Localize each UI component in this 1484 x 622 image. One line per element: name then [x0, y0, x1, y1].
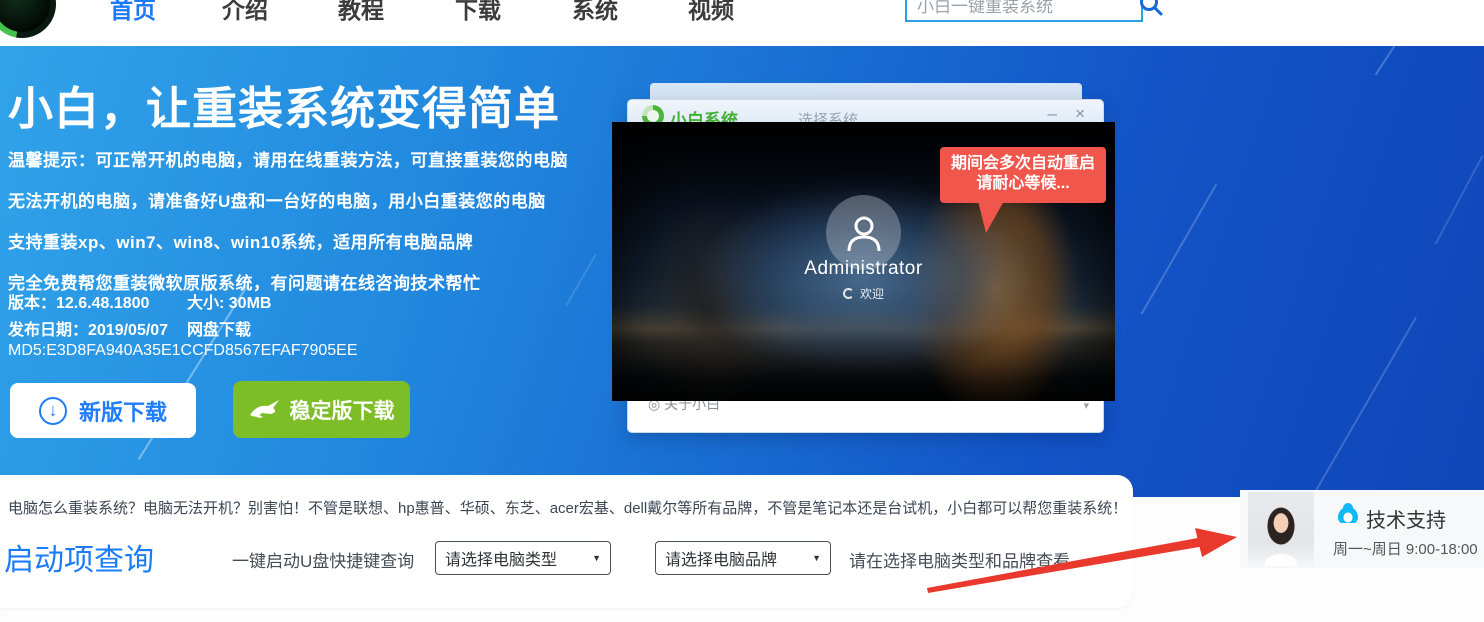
content-panel: 电脑怎么重装系统？电脑无法开机？别害怕！不管是联想、hp惠普、华硕、东芝、ace… — [0, 475, 1133, 608]
nav-item-download[interactable]: 下载 — [455, 0, 501, 25]
new-version-download-button[interactable]: ↓ 新版下载 — [10, 383, 196, 438]
welcome-status: 欢迎 — [612, 285, 1115, 302]
computer-type-select[interactable]: 请选择电脑类型 ▼ — [435, 541, 611, 575]
minimize-icon[interactable]: – — [1048, 104, 1057, 124]
boot-query-title: 启动项查询 — [4, 535, 154, 579]
md5-label: MD5:E3D8FA940A35E1CCFD8567EFAF7905EE — [8, 342, 358, 360]
release-date-label: 发布日期：2019/05/07 — [8, 316, 168, 340]
top-nav: 首页 介绍 教程 下载 系统 视频 — [0, 0, 1484, 46]
hero-tips: 温馨提示：可正常开机的电脑，请用在线重装方法，可直接重装您的电脑 无法开机的电脑… — [8, 146, 568, 310]
support-agent-photo — [1248, 492, 1314, 566]
welcome-spinner-icon — [843, 288, 854, 299]
streak-line — [1141, 184, 1218, 315]
person-icon — [842, 211, 886, 255]
tech-support-card[interactable]: 技术支持 周一~周日 9:00-18:00 — [1240, 490, 1484, 568]
search-icon[interactable] — [1138, 0, 1164, 17]
hero-tip: 温馨提示：可正常开机的电脑，请用在线重装方法，可直接重装您的电脑 — [8, 146, 568, 171]
version-label: 版本：12.6.48.1800 — [8, 289, 149, 313]
hero-tip: 支持重装xp、win7、win8、win10系统，适用所有电脑品牌 — [8, 228, 568, 253]
brands-text: 电脑怎么重装系统？电脑无法开机？别害怕！不管是联想、hp惠普、华硕、东芝、ace… — [8, 497, 1127, 518]
chevron-down-icon: ▼ — [592, 553, 601, 563]
chevron-down-icon: ▼ — [812, 553, 821, 563]
streak-line — [1435, 155, 1484, 244]
hero-title: 小白，让重装系统变得简单 — [8, 72, 560, 137]
boot-query-subtitle: 一键启动U盘快捷键查询 — [232, 547, 414, 572]
nav-item-tutorial[interactable]: 教程 — [338, 0, 384, 25]
streak-line — [1315, 317, 1417, 491]
streak-line — [565, 254, 597, 307]
stable-version-download-label: 稳定版下载 — [290, 395, 395, 425]
reboot-tooltip: 期间会多次自动重启 请耐心等候... — [940, 147, 1106, 203]
nav-item-intro[interactable]: 介绍 — [222, 0, 268, 25]
login-username: Administrator — [612, 258, 1115, 280]
search-input[interactable] — [907, 0, 1138, 20]
thunder-bird-icon — [249, 398, 281, 422]
nav-item-home[interactable]: 首页 — [110, 0, 156, 25]
nav-item-system[interactable]: 系统 — [572, 0, 618, 25]
new-version-download-label: 新版下载 — [79, 395, 167, 427]
hero-tip: 无法开机的电脑，请准备好U盘和一台好的电脑，用小白重装您的电脑 — [8, 187, 568, 212]
support-title: 技术支持 — [1366, 504, 1446, 533]
landing-page: 小白，让重装系统变得简单 温馨提示：可正常开机的电脑，请用在线重装方法，可直接重… — [0, 0, 1484, 622]
close-icon[interactable]: × — [1075, 104, 1085, 124]
computer-brand-select[interactable]: 请选择电脑品牌 ▼ — [655, 541, 831, 575]
tooltip-tail — [978, 201, 1004, 233]
support-hours: 周一~周日 9:00-18:00 — [1333, 538, 1478, 559]
netdisk-download-link[interactable]: 网盘下载 — [187, 316, 251, 340]
search-box — [905, 0, 1143, 22]
nav-item-video[interactable]: 视频 — [688, 0, 734, 25]
site-logo-icon[interactable] — [0, 0, 56, 38]
size-label: 大小: 30MB — [187, 289, 271, 313]
stable-version-download-button[interactable]: 稳定版下载 — [233, 381, 410, 438]
qq-penguin-icon — [1337, 502, 1359, 526]
select-hint-text: 请在选择电脑类型和品牌查看 — [849, 547, 1070, 572]
download-arrow-icon: ↓ — [39, 397, 67, 425]
